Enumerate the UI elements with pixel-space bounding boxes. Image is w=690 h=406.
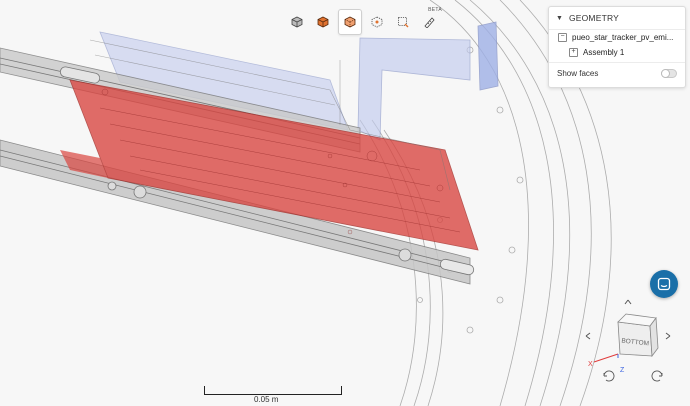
section-box-button[interactable] [312, 10, 334, 34]
geometry-panel: ▼ GEOMETRY − pueo_star_tracker_pv_emi...… [548, 6, 686, 88]
geometry-panel-title: GEOMETRY [568, 13, 620, 23]
show-faces-toggle[interactable] [661, 68, 677, 78]
cube-transparent-icon [344, 16, 356, 28]
z-axis-label: Z [620, 367, 625, 374]
box-select-icon [398, 17, 409, 28]
cube-points-icon [371, 16, 383, 28]
view-cube-button[interactable] [286, 10, 308, 34]
navigation-cube[interactable]: BOTTOM X Z [582, 296, 674, 384]
chat-icon [657, 277, 671, 291]
tree-item-root[interactable]: − pueo_star_tracker_pv_emi... [549, 30, 685, 45]
tree-item-root-label: pueo_star_tracker_pv_emi... [572, 33, 674, 42]
rotate-right-icon[interactable] [651, 370, 663, 382]
chat-button[interactable] [650, 270, 678, 298]
scale-bar [204, 386, 342, 395]
measure-button[interactable]: BETA [418, 7, 442, 34]
cube-orange-icon [317, 16, 329, 28]
tree-item-assembly[interactable]: + Assembly 1 [549, 45, 685, 60]
nav-arrow-left-icon[interactable] [585, 332, 591, 340]
geometry-panel-header[interactable]: ▼ GEOMETRY [549, 7, 685, 30]
explode-button[interactable] [366, 10, 388, 34]
display-mode-button[interactable] [338, 9, 362, 35]
collapse-icon[interactable]: − [558, 33, 567, 42]
chevron-down-icon[interactable]: ▼ [556, 15, 563, 22]
measure-icon [424, 17, 435, 28]
show-faces-row: Show faces [549, 62, 685, 83]
scale-label: 0.05 m [254, 395, 279, 404]
expand-icon[interactable]: + [569, 48, 578, 57]
beta-badge: BETA [428, 7, 442, 13]
box-select-button[interactable] [392, 10, 414, 34]
show-faces-label: Show faces [557, 68, 599, 78]
viewer-toolbar: BETA [286, 7, 442, 36]
x-axis-label: X [588, 361, 593, 368]
x-axis-line [593, 353, 619, 363]
nav-arrow-up-icon[interactable] [624, 299, 632, 305]
rotate-left-icon[interactable] [603, 370, 615, 382]
nav-arrow-right-icon[interactable] [665, 332, 671, 340]
tree-item-assembly-label: Assembly 1 [583, 48, 625, 57]
nav-cube-body[interactable] [617, 313, 659, 358]
cube-shaded-icon [291, 16, 303, 28]
